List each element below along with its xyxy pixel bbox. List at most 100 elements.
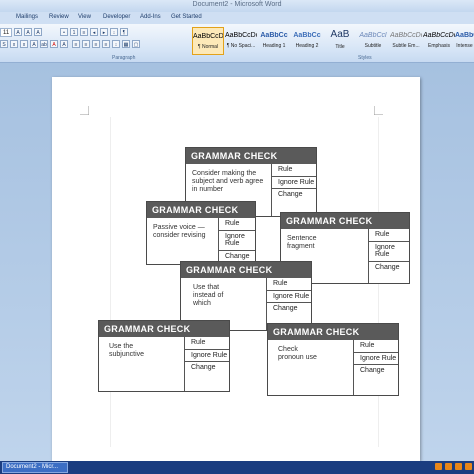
tab-developer[interactable]: Developer xyxy=(103,14,130,20)
phonetic-icon[interactable]: A xyxy=(60,40,68,48)
margin-mark-top-right xyxy=(374,106,383,115)
style-preview: AaBbCcDc xyxy=(390,32,422,39)
clear-format-icon[interactable]: A xyxy=(34,28,42,36)
grammar-card-passive-voice[interactable]: GRAMMAR CHECK Passive voice — consider re… xyxy=(146,201,256,265)
style-normal[interactable]: AaBbCcDc ¶ Normal xyxy=(192,27,224,55)
rule-button[interactable]: Rule xyxy=(267,278,311,291)
card-header: GRAMMAR CHECK xyxy=(268,324,398,340)
grammar-card-pronoun-use[interactable]: GRAMMAR CHECK Check pronoun use Rule Igno… xyxy=(267,323,399,396)
multilevel-icon[interactable]: ≡ xyxy=(80,28,88,36)
card-message: Check pronoun use xyxy=(278,346,317,361)
style-name: Heading 2 xyxy=(295,43,319,49)
window-title: Document2 - Microsoft Word xyxy=(192,1,282,8)
tray-icon[interactable] xyxy=(445,463,452,470)
decrease-indent-icon[interactable]: ◂ xyxy=(90,28,98,36)
tab-view[interactable]: View xyxy=(78,14,91,20)
card-header: GRAMMAR CHECK xyxy=(99,321,229,337)
taskbar xyxy=(0,461,474,474)
left-margin-guide xyxy=(110,117,111,447)
shading-icon[interactable]: ▦ xyxy=(122,40,130,48)
line-spacing-icon[interactable]: ↕ xyxy=(112,40,120,48)
show-marks-icon[interactable]: ¶ xyxy=(120,28,128,36)
style-heading-1[interactable]: AaBbCc Heading 1 xyxy=(258,27,290,55)
strikethrough-icon[interactable]: S xyxy=(0,40,8,48)
style-intense[interactable]: AaBbCcDc Intense xyxy=(455,27,474,55)
style-no-spacing[interactable]: AaBbCcDc ¶ No Spaci... xyxy=(225,27,257,55)
style-preview: AaBbCc xyxy=(260,32,288,39)
align-left-icon[interactable]: ≡ xyxy=(72,40,80,48)
style-subtitle[interactable]: AaBbCcl Subtitle xyxy=(357,27,389,55)
tab-add-ins[interactable]: Add-Ins xyxy=(140,14,161,20)
card-header: GRAMMAR CHECK xyxy=(147,202,255,218)
grow-font-icon[interactable]: A xyxy=(14,28,22,36)
margin-mark-top-left xyxy=(80,106,89,115)
group-label-paragraph: Paragraph xyxy=(112,55,136,61)
justify-icon[interactable]: ≡ xyxy=(102,40,110,48)
card-message: Passive voice — consider revising xyxy=(153,224,206,239)
borders-icon[interactable]: ▢ xyxy=(132,40,140,48)
style-emphasis[interactable]: AaBbCcDc Emphasis xyxy=(423,27,455,55)
grammar-card-subjunctive[interactable]: GRAMMAR CHECK Use the subjunctive Rule Ig… xyxy=(98,320,230,392)
style-preview: AaBbCcDc xyxy=(225,32,257,39)
style-name: Emphasis xyxy=(428,43,450,49)
card-header: GRAMMAR CHECK xyxy=(181,262,311,278)
shrink-font-icon[interactable]: A xyxy=(24,28,32,36)
font-toolbar-row-2: S x x A ab A A xyxy=(0,40,68,48)
ignore-rule-button[interactable]: Ignore Rule xyxy=(272,177,316,189)
ignore-rule-button[interactable]: Ignore Rule xyxy=(354,353,398,365)
card-header: GRAMMAR CHECK xyxy=(281,213,409,229)
style-preview: AaBbCcl xyxy=(359,32,387,39)
style-name: ¶ Normal xyxy=(197,44,219,50)
style-subtle-emphasis[interactable]: AaBbCcDc Subtle Em... xyxy=(390,27,422,55)
group-label-styles: Styles xyxy=(358,55,372,61)
rule-button[interactable]: Rule xyxy=(354,340,398,353)
rule-button[interactable]: Rule xyxy=(369,229,409,242)
font-color-icon[interactable]: A xyxy=(50,40,58,48)
tab-get-started[interactable]: Get Started xyxy=(171,14,202,20)
style-title[interactable]: AaB Title xyxy=(324,27,356,55)
align-center-icon[interactable]: ≡ xyxy=(82,40,90,48)
superscript-icon[interactable]: x xyxy=(20,40,28,48)
numbering-icon[interactable]: 1 xyxy=(70,28,78,36)
change-button[interactable]: Change xyxy=(267,303,311,315)
style-heading-2[interactable]: AaBbCc Heading 2 xyxy=(291,27,323,55)
card-options: Rule Ignore Rule Change xyxy=(353,340,398,395)
tab-mailings[interactable]: Mailings xyxy=(16,14,38,20)
taskbar-word-button[interactable]: Document2 - Micr... xyxy=(2,462,68,473)
rule-button[interactable]: Rule xyxy=(185,337,229,350)
rule-button[interactable]: Rule xyxy=(219,218,255,231)
change-case-icon[interactable]: A xyxy=(30,40,38,48)
style-name: ¶ No Spaci... xyxy=(226,43,256,49)
ignore-rule-button[interactable]: Ignore Rule xyxy=(267,291,311,303)
card-options: Rule Ignore Rule Change xyxy=(271,164,316,216)
style-preview: AaBbCcDc xyxy=(193,33,223,40)
subscript-icon[interactable]: x xyxy=(10,40,18,48)
tab-review[interactable]: Review xyxy=(49,14,69,20)
style-name: Subtle Em... xyxy=(392,43,420,49)
change-button[interactable]: Change xyxy=(369,262,409,274)
card-options: Rule Ignore Rule Change xyxy=(218,218,255,264)
change-button[interactable]: Change xyxy=(185,362,229,374)
font-size-box[interactable]: 11 xyxy=(0,28,12,37)
style-preview: AaB xyxy=(330,29,350,40)
ignore-rule-button[interactable]: Ignore Rule xyxy=(369,242,409,262)
bullets-icon[interactable]: • xyxy=(60,28,68,36)
ignore-rule-button[interactable]: Ignore Rule xyxy=(219,231,255,251)
tray-icon[interactable] xyxy=(435,463,442,470)
style-preview: AaBbCcDc xyxy=(455,32,474,39)
tray-icon[interactable] xyxy=(465,463,472,470)
card-message: Use the subjunctive xyxy=(109,343,145,358)
highlight-icon[interactable]: ab xyxy=(40,40,48,48)
align-right-icon[interactable]: ≡ xyxy=(92,40,100,48)
sort-icon[interactable]: ↕ xyxy=(110,28,118,36)
style-preview: AaBbCcDc xyxy=(423,32,455,39)
tray-icon[interactable] xyxy=(455,463,462,470)
ignore-rule-button[interactable]: Ignore Rule xyxy=(185,350,229,362)
style-preview: AaBbCc xyxy=(293,32,321,39)
rule-button[interactable]: Rule xyxy=(272,164,316,177)
change-button[interactable]: Change xyxy=(272,189,316,201)
style-name: Heading 1 xyxy=(262,43,286,49)
card-message: Consider making the subject and verb agre… xyxy=(192,170,264,193)
increase-indent-icon[interactable]: ▸ xyxy=(100,28,108,36)
change-button[interactable]: Change xyxy=(354,365,398,377)
